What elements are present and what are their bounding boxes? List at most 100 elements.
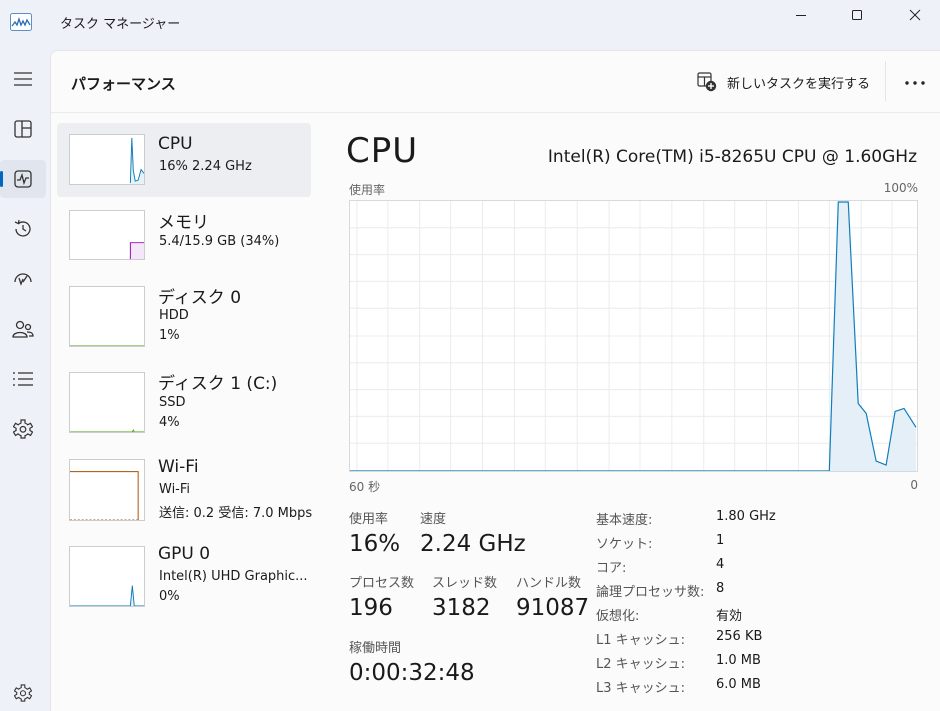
more-options-icon (905, 81, 925, 85)
hamburger-icon (14, 72, 32, 86)
gpu-0-thumbnail (69, 546, 145, 607)
maximize-button[interactable] (834, 0, 880, 30)
threads-label: スレッド数 (432, 576, 498, 591)
info-label-l1-cache: L1 キャッシュ: (596, 633, 686, 648)
uptime-value: 0:00:32:48 (349, 660, 475, 686)
performance-icon (14, 170, 32, 188)
info-label-base-speed: 基本速度: (596, 513, 653, 528)
title-bar: タスク マネージャー (0, 0, 940, 46)
new-task-label: 新しいタスクを実行する (727, 76, 871, 92)
nav-settings[interactable] (0, 674, 46, 711)
device-name: GPU 0 (158, 544, 211, 564)
handles-label: ハンドル数 (516, 576, 582, 591)
header-divider (51, 112, 940, 113)
services-icon (13, 419, 33, 439)
detail-title: CPU (346, 131, 419, 171)
task-manager-icon (10, 13, 32, 31)
users-icon (12, 320, 34, 338)
nav-processes[interactable] (0, 110, 46, 148)
nav-details[interactable] (0, 360, 46, 398)
minimize-icon (796, 15, 806, 16)
performance-page: パフォーマンス 新しいタスクを実行する CPU 16% 2.24 GHz メモリ… (50, 50, 940, 711)
processes-value: 196 (349, 595, 393, 621)
device-usage: 4% (159, 415, 180, 430)
cpu-usage-graph (349, 200, 918, 472)
info-value-virtualization: 有効 (716, 609, 743, 624)
graph-label-usage: 使用率 (349, 183, 386, 197)
disk-1-thumbnail (69, 372, 145, 433)
navigation-rail (0, 46, 50, 711)
device-throughput: 送信: 0.2 受信: 7.0 Mbps (159, 506, 313, 521)
processes-icon (14, 120, 32, 138)
device-usage: 0% (159, 589, 180, 604)
graph-label-max: 100% (883, 181, 918, 195)
info-value-l2-cache: 1.0 MB (716, 653, 761, 668)
info-label-sockets: ソケット: (596, 537, 653, 552)
close-button[interactable] (892, 0, 938, 30)
graph-label-time: 60 秒 (349, 480, 381, 494)
settings-icon (14, 684, 32, 702)
page-title: パフォーマンス (71, 75, 176, 93)
details-icon (13, 372, 33, 386)
device-subtitle: HDD (159, 308, 189, 323)
device-name: CPU (158, 134, 193, 154)
maximize-icon (852, 10, 862, 20)
memory-thumbnail (69, 210, 145, 260)
info-value-cores: 4 (716, 557, 725, 572)
info-label-cores: コア: (596, 561, 627, 576)
device-usage: 1% (159, 328, 180, 343)
info-value-logical-processors: 8 (716, 581, 725, 596)
startup-apps-icon (14, 273, 32, 286)
disk-0-thumbnail (69, 286, 145, 347)
app-history-icon (14, 219, 31, 237)
device-subtitle: 5.4/15.9 GB (34%) (159, 234, 280, 249)
new-task-button[interactable]: 新しいタスクを実行する (697, 68, 870, 96)
wifi-thumbnail (69, 459, 145, 521)
speed-value: 2.24 GHz (420, 531, 526, 557)
device-subtitle: SSD (159, 395, 186, 410)
usage-label: 使用率 (349, 512, 389, 527)
cpu-thumbnail (69, 134, 145, 185)
info-label-l3-cache: L3 キャッシュ: (596, 681, 686, 696)
info-label-logical-processors: 論理プロセッサ数: (596, 585, 705, 600)
speed-label: 速度 (420, 512, 447, 527)
device-name: ディスク 1 (C:) (158, 374, 278, 394)
graph-label-zero: 0 (910, 478, 918, 492)
new-task-icon (697, 72, 717, 92)
nav-services[interactable] (0, 410, 46, 448)
processes-label: プロセス数 (349, 576, 415, 591)
cpu-usage-line (350, 201, 917, 471)
nav-performance[interactable] (0, 160, 46, 198)
threads-value: 3182 (432, 595, 491, 621)
device-item-wifi[interactable]: Wi-Fi Wi-Fi 送信: 0.2 受信: 7.0 Mbps (57, 451, 312, 525)
cpu-model: Intel(R) Core(TM) i5-8265U CPU @ 1.60GHz (547, 147, 917, 167)
hamburger-menu-button[interactable] (0, 60, 46, 98)
device-item-disk-1[interactable]: ディスク 1 (C:) SSD 4% (57, 364, 311, 438)
device-subtitle: Intel(R) UHD Graphic... (159, 569, 308, 584)
nav-startup-apps[interactable] (0, 260, 46, 298)
device-name: ディスク 0 (158, 288, 242, 308)
more-options-button[interactable] (901, 69, 929, 97)
device-subtitle: Wi-Fi (159, 482, 191, 497)
nav-users[interactable] (0, 310, 46, 348)
window-title: タスク マネージャー (60, 17, 181, 32)
device-subtitle: 16% 2.24 GHz (159, 159, 252, 174)
device-item-gpu-0[interactable]: GPU 0 Intel(R) UHD Graphic... 0% (57, 538, 311, 612)
close-icon (909, 9, 921, 21)
toolbar-divider (885, 61, 886, 101)
device-item-cpu[interactable]: CPU 16% 2.24 GHz (57, 123, 311, 197)
uptime-label: 稼働時間 (349, 641, 402, 656)
info-label-virtualization: 仮想化: (596, 609, 640, 624)
info-value-l1-cache: 256 KB (716, 629, 763, 644)
handles-value: 91087 (516, 595, 590, 621)
device-item-memory[interactable]: メモリ 5.4/15.9 GB (34%) (57, 201, 311, 275)
cpu-usage-area (829, 201, 917, 471)
nav-app-history[interactable] (0, 210, 46, 248)
minimize-button[interactable] (778, 0, 824, 30)
device-name: Wi-Fi (158, 457, 199, 477)
info-value-sockets: 1 (716, 533, 725, 548)
info-value-base-speed: 1.80 GHz (716, 509, 776, 524)
info-label-l2-cache: L2 キャッシュ: (596, 657, 686, 672)
device-name: メモリ (158, 213, 209, 233)
device-item-disk-0[interactable]: ディスク 0 HDD 1% (57, 277, 311, 351)
